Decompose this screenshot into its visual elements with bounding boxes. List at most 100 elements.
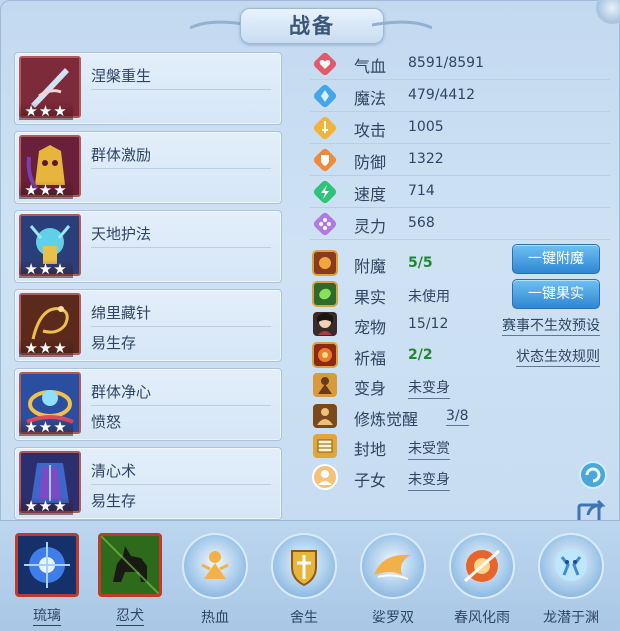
attr-row-attack: 攻击 1005 [310,112,610,144]
status-row-transform: 变身 未变身 [310,370,610,401]
attr-row-defense: 防御 1322 [310,144,610,176]
bottom-slot[interactable]: 忍犬 [93,533,167,626]
bottom-skill-bar: 琉璃 忍犬 热血 舍生 娑罗双 春风化雨 龙潜于渊 [0,520,620,631]
blessing-icon [312,341,338,368]
attr-label: 攻击 [354,121,387,140]
slot-label: 龙潜于渊 [543,610,599,626]
status-label: 宠物 [354,318,387,337]
skill-effect: 愤怒 [91,413,122,431]
status-label: 附魔 [354,257,387,276]
skill-card[interactable]: ★★★ 清心术 易生存 [14,447,282,520]
child-icon [312,463,338,490]
bottom-slot[interactable]: 舍生 [267,533,341,627]
star-rating: ★★★ [19,497,73,515]
divider [310,239,610,240]
status-row-cultivation: 修炼觉醒 3/8 [310,401,610,432]
attr-value: 479/4412 [408,87,476,103]
shield-icon [313,148,337,172]
skill-name: 清心术 [91,462,137,480]
divider [91,89,271,90]
divider [91,484,271,485]
lightning-icon [313,180,337,204]
attr-value: 714 [408,183,435,199]
attr-label: 灵力 [354,217,387,236]
attr-value: 1322 [408,151,444,167]
attribute-panel: 气血 8591/8591 魔法 479/4412 攻击 1005 防御 1322 [310,48,610,240]
status-label: 封地 [354,440,387,459]
status-value: 未使用 [408,288,450,305]
status-label: 果实 [354,287,387,307]
pet-avatar-icon [313,312,337,336]
skill-card[interactable]: ★★★ 群体净心 愤怒 [14,368,282,441]
bottom-slot[interactable]: 春风化雨 [445,533,519,627]
event-preset-link[interactable]: 赛事不生效预设 [502,315,600,336]
skill-card[interactable]: ★★★ 群体激励 [14,131,282,204]
skill-effect: 易生存 [91,334,137,352]
cultivation-icon [313,403,337,428]
attr-label: 气血 [354,57,387,76]
skill-name: 群体净心 [91,383,152,401]
attr-row-spirit: 灵力 568 [310,208,610,240]
status-value: 15/12 [408,316,449,332]
status-row-seal: 封地 未受赏 [310,431,610,462]
twin-wing-icon [360,533,426,599]
one-click-fruit-button[interactable]: 一键果实 [512,278,600,309]
skill-card[interactable]: ★★★ 涅槃重生 [14,52,282,125]
slot-label: 热血 [201,610,229,626]
attr-value: 8591/8591 [408,55,484,71]
bottom-slot[interactable]: 娑罗双 [356,533,430,627]
status-value[interactable]: 未受赏 [408,438,450,460]
skill-list: ★★★ 涅槃重生 ★★★ 群体激励 ★★★ 天地护法 ★★★ 绵里藏针 易生存 … [14,52,282,526]
skill-name: 群体激励 [91,146,152,164]
mana-icon [313,84,337,108]
attr-label: 魔法 [354,89,387,108]
status-row-enchant: 附魔 5/5 一键附魔 [310,244,610,279]
bottom-slot[interactable]: 龙潜于渊 [534,533,608,627]
status-row-pet: 宠物 15/12 赛事不生效预设 [310,309,610,340]
status-label: 祈福 [354,348,387,368]
divider [91,168,271,169]
slot-label: 琉璃 [33,605,61,626]
transform-icon [313,373,337,397]
skill-card[interactable]: ★★★ 绵里藏针 易生存 [14,289,282,362]
skill-card[interactable]: ★★★ 天地护法 [14,210,282,283]
status-value[interactable]: 3/8 [446,408,469,426]
spring-breeze-icon [449,533,515,599]
skill-name: 涅槃重生 [91,67,152,85]
refresh-orb-icon[interactable] [578,460,608,490]
slot-label: 舍生 [290,610,318,626]
slot-label: 忍犬 [116,605,144,626]
dragon-icon [538,533,604,599]
status-rules-link[interactable]: 状态生效规则 [516,346,600,367]
status-value: 5/5 [408,255,433,271]
status-panel: 附魔 5/5 一键附魔 果实 未使用 一键果实 宠物 15/12 赛事不生效预设… [310,244,610,492]
page-title: 战备 [240,8,384,44]
heart-icon [313,52,337,76]
status-value[interactable]: 未变身 [408,469,450,491]
star-rating: ★★★ [19,181,73,199]
bottom-slot[interactable]: 琉璃 [10,533,84,626]
star-rating: ★★★ [19,102,73,120]
skill-effect: 易生存 [91,492,137,510]
attr-row-mp: 魔法 479/4412 [310,80,610,112]
one-click-enchant-button[interactable]: 一键附魔 [512,244,600,274]
divider [91,326,271,327]
divider [91,405,271,406]
attr-value: 568 [408,215,435,231]
status-value[interactable]: 未变身 [408,377,450,399]
glass-orb-icon [15,533,79,597]
sword-icon [313,116,337,140]
sacrifice-shield-icon [271,533,337,599]
attr-value: 1005 [408,119,444,135]
bottom-slot[interactable]: 热血 [178,533,252,627]
status-row-blessing: 祈福 2/2 状态生效规则 [310,340,610,371]
fruit-icon [312,280,338,307]
attr-label: 防御 [354,153,387,172]
spirit-icon [313,212,337,236]
attr-label: 速度 [354,185,387,204]
attr-row-speed: 速度 714 [310,176,610,208]
status-label: 修炼觉醒 [354,409,419,429]
status-row-fruit: 果实 未使用 一键果实 [310,278,610,310]
star-rating: ★★★ [19,339,73,357]
slot-label: 春风化雨 [454,610,510,626]
